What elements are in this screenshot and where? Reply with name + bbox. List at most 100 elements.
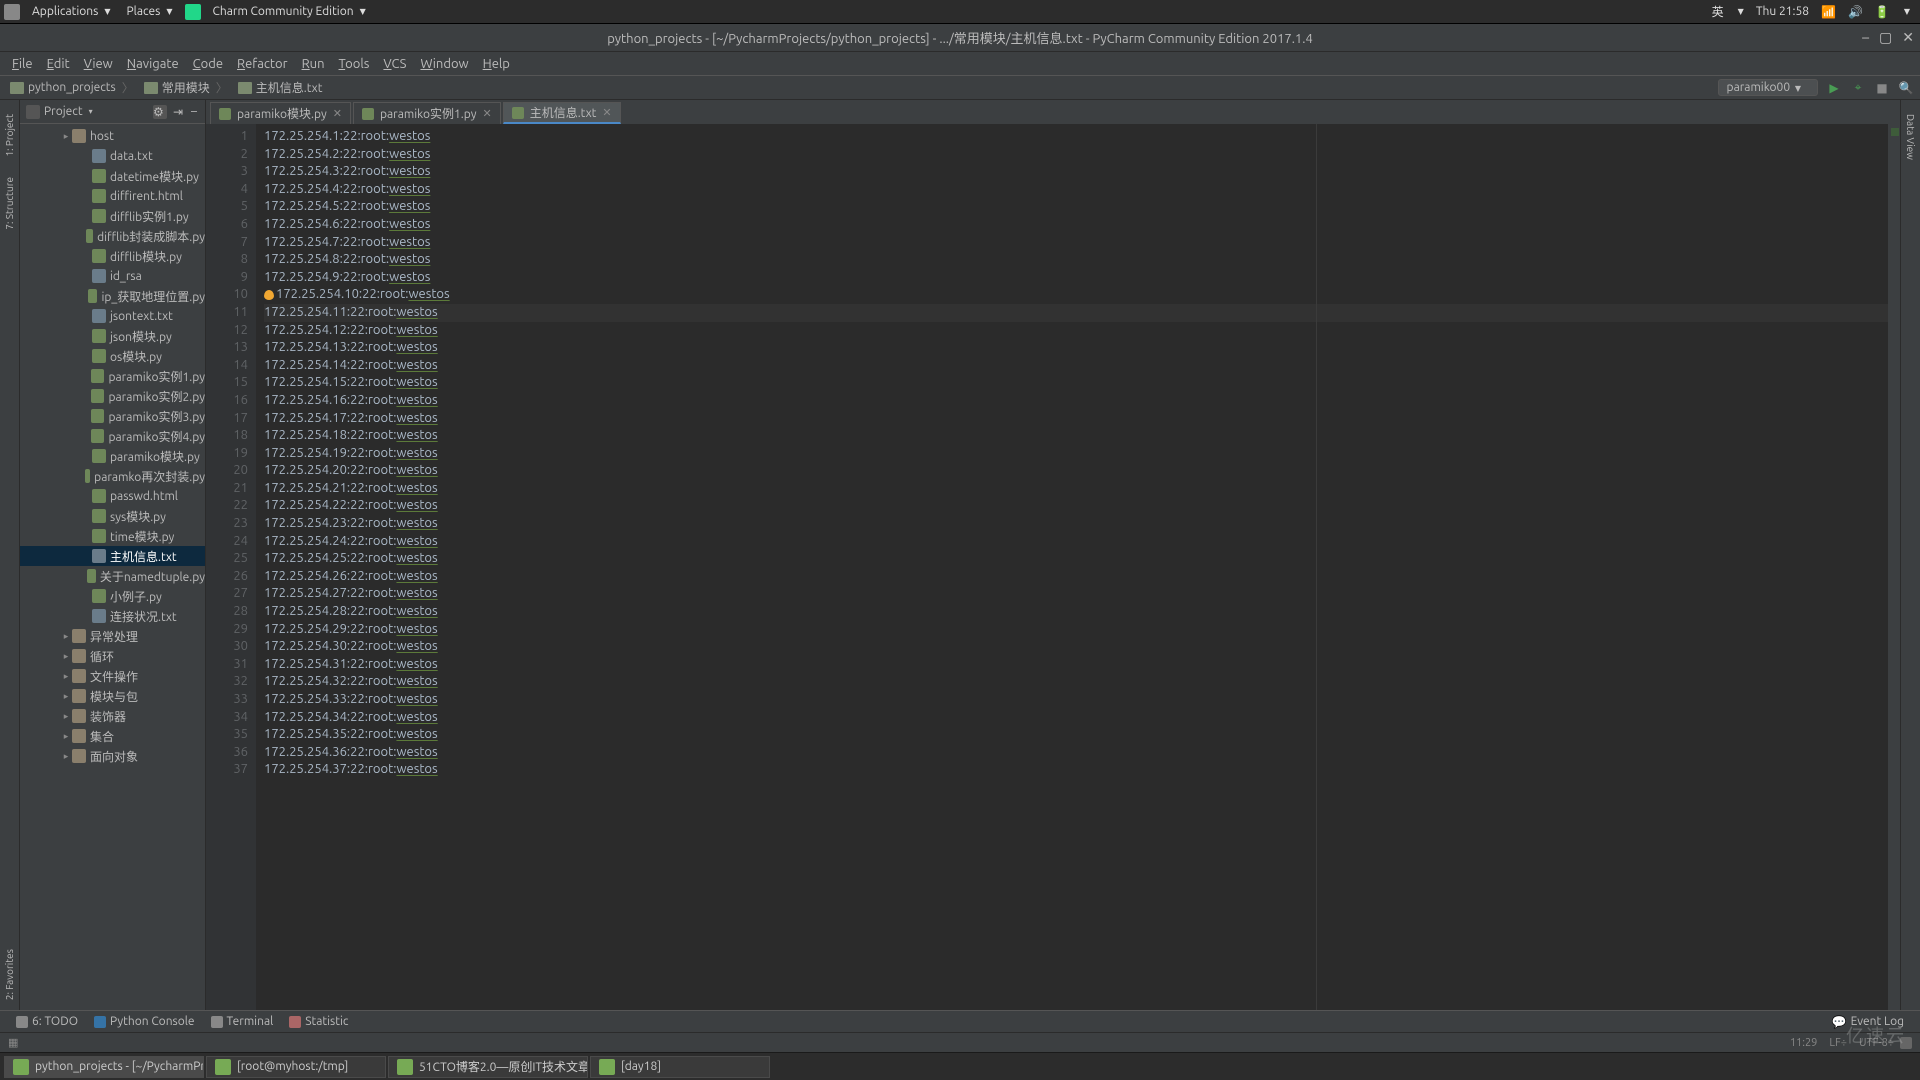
editor-content[interactable]: 172.25.254.1:22:root:westos172.25.254.2:… (256, 124, 1900, 1010)
tool-python-console[interactable]: Python Console (86, 1015, 203, 1028)
collapse-icon[interactable]: ⇥ (171, 105, 185, 119)
debug-button[interactable]: ⌖ (1850, 80, 1866, 96)
tree-item[interactable]: 关于namedtuple.py (20, 566, 205, 586)
menu-view[interactable]: View (78, 55, 119, 73)
tree-item[interactable]: data.txt (20, 146, 205, 166)
tool-terminal[interactable]: Terminal (203, 1015, 282, 1028)
tool-statistic[interactable]: Statistic (281, 1015, 356, 1028)
battery-icon[interactable]: 🔋 (1875, 5, 1890, 19)
close-tab-icon[interactable]: ✕ (482, 107, 491, 120)
editor-tab[interactable]: paramiko模块.py✕ (210, 102, 351, 124)
hide-panel-icon[interactable]: – (189, 105, 199, 118)
tree-item[interactable]: ▸文件操作 (20, 666, 205, 686)
breadcrumb-2[interactable]: 主机信息.txt (234, 79, 327, 96)
python-icon (94, 1016, 106, 1028)
menu-refactor[interactable]: Refactor (231, 55, 294, 73)
tree-item[interactable]: ▸面向对象 (20, 746, 205, 766)
menu-window[interactable]: Window (414, 55, 474, 73)
tree-item[interactable]: ip_获取地理位置.py (20, 286, 205, 306)
tree-item[interactable]: difflib实例1.py (20, 206, 205, 226)
tree-item[interactable]: difflib模块.py (20, 246, 205, 266)
wifi-icon[interactable]: 📶 (1821, 5, 1836, 19)
tool-favorites[interactable]: 2: Favorites (4, 939, 15, 1010)
menu-edit[interactable]: Edit (41, 55, 76, 73)
error-stripe[interactable] (1888, 124, 1900, 1010)
status-tools-icon[interactable]: ▦ (8, 1036, 18, 1049)
tree-item[interactable]: json模块.py (20, 326, 205, 346)
menu-navigate[interactable]: Navigate (121, 55, 185, 73)
tree-item[interactable]: ▸host (20, 126, 205, 146)
user-menu[interactable]: ▼ (1904, 7, 1910, 16)
ime-indicator[interactable]: 英 (1712, 3, 1724, 20)
project-header-label: Project (44, 105, 83, 118)
tree-item[interactable]: jsontext.txt (20, 306, 205, 326)
tree-item[interactable]: ▸异常处理 (20, 626, 205, 646)
tool-todo[interactable]: 6: TODO (8, 1015, 86, 1028)
project-panel-header[interactable]: Project ▾ ⚙ ⇥ – (20, 100, 205, 124)
tree-item[interactable]: sys模块.py (20, 506, 205, 526)
menu-vcs[interactable]: VCS (377, 55, 412, 73)
taskbar-item[interactable]: [root@myhost:/tmp] (206, 1056, 386, 1078)
file-icon (92, 529, 106, 543)
run-config-selector[interactable]: paramiko00 ▼ (1718, 79, 1818, 96)
taskbar-item[interactable]: 51CTO博客2.0—原创IT技术文章分... (388, 1056, 588, 1078)
editor-tab[interactable]: paramiko实例1.py✕ (353, 102, 501, 124)
tree-item[interactable]: 主机信息.txt (20, 546, 205, 566)
tree-item[interactable]: time模块.py (20, 526, 205, 546)
run-button[interactable]: ▶ (1826, 80, 1842, 96)
tree-item-label: passwd.html (110, 490, 178, 503)
clock[interactable]: Thu 21:58 (1756, 5, 1809, 18)
taskbar-item[interactable]: python_projects - [~/PycharmProj... (4, 1056, 204, 1078)
minimize-button[interactable]: – (1862, 29, 1869, 46)
tree-item[interactable]: ▸循环 (20, 646, 205, 666)
stop-button[interactable]: ■ (1874, 80, 1890, 96)
breadcrumb-0[interactable]: python_projects〉 (6, 79, 140, 96)
tree-item[interactable]: ▸模块与包 (20, 686, 205, 706)
close-tab-icon[interactable]: ✕ (333, 107, 342, 120)
tree-item-label: paramko再次封装.py (94, 468, 205, 485)
tree-item[interactable]: paramiko实例3.py (20, 406, 205, 426)
tool-structure[interactable]: 7: Structure (4, 167, 15, 240)
maximize-button[interactable]: ▢ (1879, 29, 1892, 46)
places-menu[interactable]: Places▼ (118, 5, 180, 18)
tree-item[interactable]: datetime模块.py (20, 166, 205, 186)
gear-icon[interactable]: ⚙ (153, 105, 167, 119)
project-tree[interactable]: ▸hostdata.txtdatetime模块.pydiffirent.html… (20, 124, 205, 1010)
taskbar-label: 51CTO博客2.0—原创IT技术文章分... (419, 1058, 588, 1075)
close-tab-icon[interactable]: ✕ (602, 106, 611, 119)
tree-item[interactable]: ▸装饰器 (20, 706, 205, 726)
tool-project[interactable]: 1: Project (4, 104, 15, 167)
tree-item[interactable]: paramko再次封装.py (20, 466, 205, 486)
pycharm-indicator[interactable]: Charm Community Edition▼ (205, 5, 374, 18)
close-button[interactable]: ✕ (1902, 29, 1914, 46)
taskbar-item[interactable]: [day18] (590, 1056, 770, 1078)
tree-item[interactable]: 连接状况.txt (20, 606, 205, 626)
menu-file[interactable]: File (6, 55, 39, 73)
cursor-position[interactable]: 11:29 (1784, 1037, 1824, 1049)
editor-area: paramiko模块.py✕paramiko实例1.py✕主机信息.txt✕ 1… (206, 100, 1900, 1010)
applications-menu[interactable]: Applications▼ (24, 5, 118, 18)
intention-bulb-icon[interactable] (264, 290, 274, 300)
menu-run[interactable]: Run (296, 55, 331, 73)
tree-item[interactable]: paramiko实例4.py (20, 426, 205, 446)
menu-help[interactable]: Help (477, 55, 516, 73)
tree-item[interactable]: ▸集合 (20, 726, 205, 746)
tree-item[interactable]: passwd.html (20, 486, 205, 506)
tree-item[interactable]: 小例子.py (20, 586, 205, 606)
editor-tab[interactable]: 主机信息.txt✕ (503, 102, 621, 124)
tree-item[interactable]: difflib封装成脚本.py (20, 226, 205, 246)
breadcrumb-1[interactable]: 常用模块〉 (140, 79, 234, 96)
search-button[interactable]: 🔍 (1898, 80, 1914, 96)
tree-item-label: difflib实例1.py (110, 208, 189, 225)
menu-tools[interactable]: Tools (333, 55, 376, 73)
tree-item[interactable]: paramiko实例1.py (20, 366, 205, 386)
tree-item[interactable]: paramiko模块.py (20, 446, 205, 466)
volume-icon[interactable]: 🔊 (1848, 5, 1863, 19)
menu-code[interactable]: Code (187, 55, 229, 73)
tree-item[interactable]: paramiko实例2.py (20, 386, 205, 406)
tree-item[interactable]: diffirent.html (20, 186, 205, 206)
tree-item-label: 循环 (90, 648, 114, 665)
tree-item[interactable]: id_rsa (20, 266, 205, 286)
tree-item[interactable]: os模块.py (20, 346, 205, 366)
tool-data-view[interactable]: Data View (1905, 104, 1916, 170)
